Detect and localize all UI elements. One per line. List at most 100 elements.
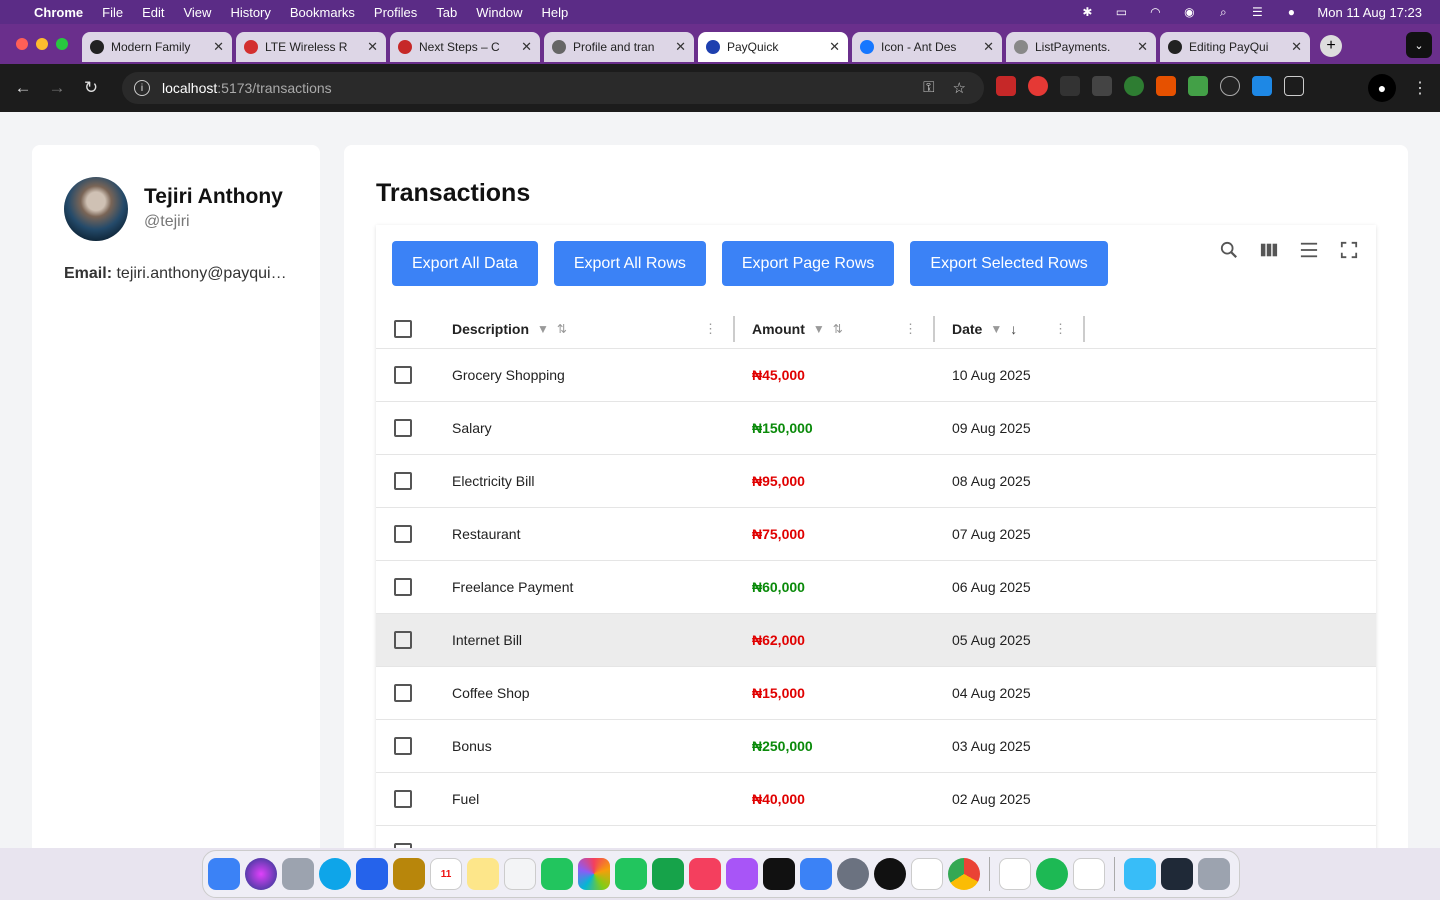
siri-icon[interactable]: ●: [1283, 5, 1299, 19]
row-checkbox[interactable]: [394, 790, 412, 808]
clock[interactable]: Mon 11 Aug 17:23: [1317, 5, 1422, 20]
row-checkbox[interactable]: [394, 419, 412, 437]
forward-arrow-icon[interactable]: →: [40, 78, 74, 98]
column-resize-handle[interactable]: [1083, 316, 1085, 342]
extensions-puzzle-icon[interactable]: [1284, 76, 1304, 96]
column-resize-handle[interactable]: [733, 316, 735, 342]
photos-icon[interactable]: [578, 858, 610, 890]
more-options-icon[interactable]: ⋮: [1412, 78, 1428, 98]
safari-icon[interactable]: [319, 858, 351, 890]
vscode-icon[interactable]: [911, 858, 943, 890]
user-icon[interactable]: ◉: [1181, 5, 1197, 19]
adblock-icon[interactable]: [1028, 76, 1048, 96]
extension-icon[interactable]: [1188, 76, 1208, 96]
column-resize-handle[interactable]: [933, 316, 935, 342]
row-checkbox[interactable]: [394, 684, 412, 702]
password-key-icon[interactable]: ⚿: [923, 79, 934, 97]
browser-tab[interactable]: LTE Wireless R ✕: [236, 32, 386, 62]
table-row[interactable]: Grocery Shopping ₦45,000 10 Aug 2025: [376, 349, 1376, 402]
browser-tab[interactable]: Profile and tran ✕: [544, 32, 694, 62]
table-row[interactable]: Electricity Bill ₦95,000 08 Aug 2025: [376, 455, 1376, 508]
column-menu-icon[interactable]: ⋮: [1054, 321, 1067, 337]
row-checkbox[interactable]: [394, 472, 412, 490]
slack-icon[interactable]: [999, 858, 1031, 890]
wifi-icon[interactable]: ◠: [1147, 5, 1163, 19]
column-header-amount[interactable]: Amount ▼ ⇅: [752, 321, 843, 337]
row-checkbox[interactable]: [394, 525, 412, 543]
export-all-rows-button[interactable]: Export All Rows: [553, 241, 706, 286]
metamask-icon[interactable]: [1156, 76, 1176, 96]
terminal-icon[interactable]: [1161, 858, 1193, 890]
zoom-window-button[interactable]: [56, 38, 68, 50]
contacts-icon[interactable]: [393, 858, 425, 890]
row-checkbox[interactable]: [394, 737, 412, 755]
maps-icon[interactable]: [541, 858, 573, 890]
reload-icon[interactable]: ↻: [74, 78, 108, 98]
menu-profiles[interactable]: Profiles: [374, 5, 417, 20]
launchpad-icon[interactable]: [282, 858, 314, 890]
density-icon[interactable]: [1300, 241, 1318, 259]
close-icon[interactable]: ✕: [829, 39, 840, 55]
back-arrow-icon[interactable]: ←: [6, 78, 40, 98]
close-window-button[interactable]: [16, 38, 28, 50]
address-bar[interactable]: i localhost:5173/transactions ⚿ ☆: [122, 72, 984, 104]
search-icon[interactable]: [1220, 241, 1238, 259]
bluetooth-icon[interactable]: ✱: [1079, 5, 1095, 19]
table-row[interactable]: Salary ₦150,000 09 Aug 2025: [376, 402, 1376, 455]
app-store-icon[interactable]: [800, 858, 832, 890]
column-header-date[interactable]: Date ▼ ↓: [952, 321, 1017, 337]
siri-icon[interactable]: [245, 858, 277, 890]
filter-icon[interactable]: ▼: [990, 322, 1002, 336]
fullscreen-icon[interactable]: [1340, 241, 1358, 259]
new-tab-button[interactable]: +: [1320, 35, 1342, 57]
close-icon[interactable]: ✕: [521, 39, 532, 55]
menu-window[interactable]: Window: [476, 5, 522, 20]
select-all-checkbox[interactable]: [394, 320, 412, 338]
messages-icon[interactable]: [615, 858, 647, 890]
apple-tv-icon[interactable]: [763, 858, 795, 890]
table-row[interactable]: Fuel ₦40,000 02 Aug 2025: [376, 773, 1376, 826]
row-checkbox[interactable]: [394, 366, 412, 384]
menu-help[interactable]: Help: [542, 5, 569, 20]
menu-tab[interactable]: Tab: [436, 5, 457, 20]
close-icon[interactable]: ✕: [1291, 39, 1302, 55]
export-selected-rows-button[interactable]: Export Selected Rows: [910, 241, 1108, 286]
notes-icon[interactable]: [467, 858, 499, 890]
extension-icon[interactable]: [1124, 76, 1144, 96]
column-menu-icon[interactable]: ⋮: [904, 321, 917, 337]
close-icon[interactable]: ✕: [675, 39, 686, 55]
reminders-icon[interactable]: [504, 858, 536, 890]
column-header-description[interactable]: Description ▼ ⇅: [452, 321, 567, 337]
menu-edit[interactable]: Edit: [142, 5, 164, 20]
filter-icon[interactable]: ▼: [813, 322, 825, 336]
browser-tab[interactable]: Editing PayQui ✕: [1160, 32, 1310, 62]
control-center-icon[interactable]: ☰: [1249, 5, 1265, 19]
table-row[interactable]: Freelance Payment ₦60,000 06 Aug 2025: [376, 561, 1376, 614]
table-row[interactable]: Restaurant ₦75,000 07 Aug 2025: [376, 508, 1376, 561]
menu-view[interactable]: View: [183, 5, 211, 20]
sort-desc-icon[interactable]: ↓: [1010, 321, 1017, 337]
extension-icon[interactable]: [1252, 76, 1272, 96]
close-icon[interactable]: ✕: [213, 39, 224, 55]
browser-tab[interactable]: Icon - Ant Des ✕: [852, 32, 1002, 62]
extension-icon[interactable]: [1060, 76, 1080, 96]
spotify-icon[interactable]: [1036, 858, 1068, 890]
close-icon[interactable]: ✕: [983, 39, 994, 55]
mail-icon[interactable]: [356, 858, 388, 890]
chrome-icon[interactable]: [948, 858, 980, 890]
menu-bookmarks[interactable]: Bookmarks: [290, 5, 355, 20]
browser-tab-active[interactable]: PayQuick ✕: [698, 32, 848, 62]
calendar-icon[interactable]: 11: [430, 858, 462, 890]
extension-icon[interactable]: [1092, 76, 1112, 96]
table-row-partial[interactable]: [376, 826, 1376, 848]
table-row[interactable]: Bonus ₦250,000 03 Aug 2025: [376, 720, 1376, 773]
site-info-icon[interactable]: i: [134, 80, 150, 96]
vscode-icon[interactable]: [1073, 858, 1105, 890]
podcasts-icon[interactable]: [726, 858, 758, 890]
folder-icon[interactable]: [1124, 858, 1156, 890]
minimize-window-button[interactable]: [36, 38, 48, 50]
menu-file[interactable]: File: [102, 5, 123, 20]
menu-app-name[interactable]: Chrome: [34, 5, 83, 20]
sort-icon[interactable]: ⇅: [557, 322, 567, 336]
columns-icon[interactable]: [1260, 241, 1278, 259]
